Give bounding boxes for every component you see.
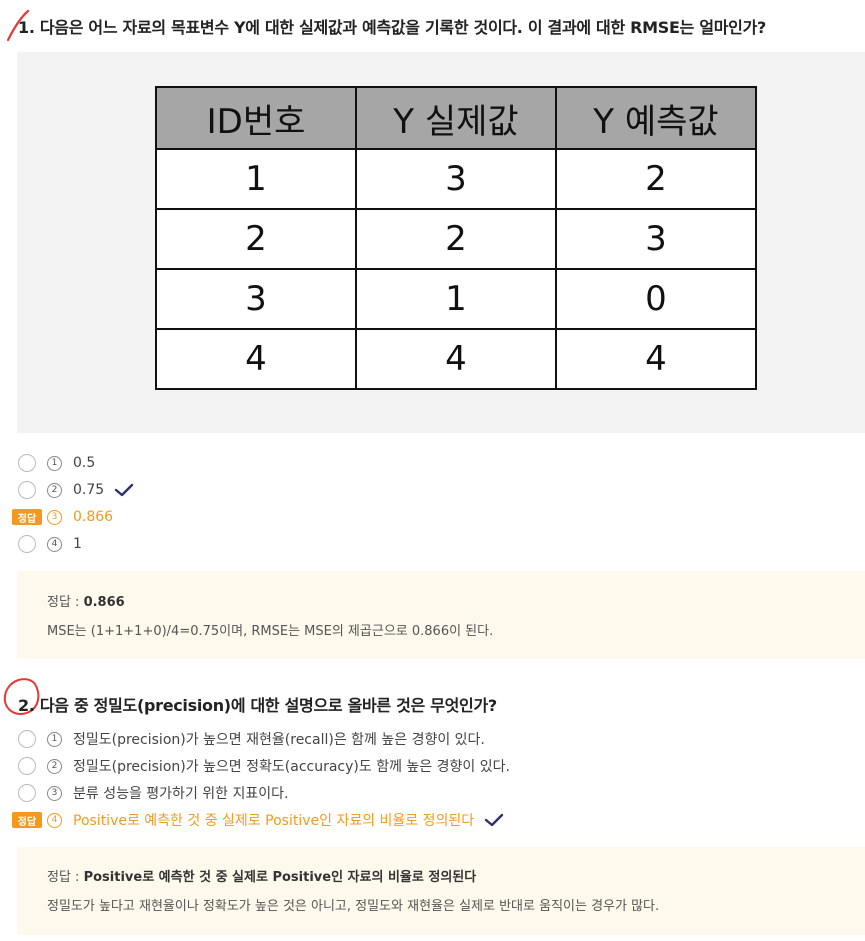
q1-explanation-box: 정답 : 0.866 MSE는 (1+1+1+0)/4=0.75이며, RMSE… xyxy=(17,571,865,659)
data-table: ID번호 Y 실제값 Y 예측값 1 3 2 2 2 3 3 1 0 4 4 4 xyxy=(155,86,757,390)
table-cell: 2 xyxy=(155,208,357,270)
option-label: 정밀도(precision)가 높으면 정확도(accuracy)도 함께 높은… xyxy=(73,759,510,775)
option-number-icon: 4 xyxy=(47,812,62,828)
option-number-icon: 1 xyxy=(47,455,62,471)
radio-button[interactable] xyxy=(18,454,36,472)
answer-value: 0.866 xyxy=(83,595,125,610)
radio-button[interactable] xyxy=(18,481,36,499)
q1-option-1[interactable]: 1 0.5 xyxy=(18,452,95,474)
selected-check-icon xyxy=(484,813,504,827)
q2-option-1[interactable]: 1 정밀도(precision)가 높으면 재현율(recall)은 함께 높은… xyxy=(18,728,485,750)
correct-answer-badge: 정답 xyxy=(12,812,42,828)
table-row: 4 4 4 xyxy=(155,328,757,390)
option-label: 분류 성능을 평가하기 위한 지표이다. xyxy=(73,786,289,802)
table-cell: 1 xyxy=(155,148,357,210)
option-number-icon: 3 xyxy=(47,785,62,801)
answer-label: 정답 : xyxy=(47,595,84,610)
table-cell: 0 xyxy=(555,268,757,330)
table-cell: 4 xyxy=(155,328,357,390)
option-number-icon: 4 xyxy=(47,536,62,552)
table-header-row: ID번호 Y 실제값 Y 예측값 xyxy=(155,86,757,150)
q1-option-4[interactable]: 4 1 xyxy=(18,533,82,555)
answer-value: Positive로 예측한 것 중 실제로 Positive인 자료의 비율로 … xyxy=(83,870,477,885)
option-label: 0.5 xyxy=(73,455,96,471)
explanation-answer: 정답 : 0.866 xyxy=(47,591,125,610)
option-number-icon: 1 xyxy=(47,731,62,747)
question-1-title: 1. 다음은 어느 자료의 목표변수 Y에 대한 실제값과 예측값을 기록한 것… xyxy=(18,18,767,37)
option-label: Positive로 예측한 것 중 실제로 Positive인 자료의 비율로 … xyxy=(73,813,475,829)
question-2-title: 2. 다음 중 정밀도(precision)에 대한 설명으로 올바른 것은 무… xyxy=(18,696,497,715)
radio-button[interactable] xyxy=(18,730,36,748)
q1-option-3[interactable]: 정답 3 0.866 xyxy=(12,506,114,528)
table-cell: 3 xyxy=(355,148,557,210)
question-1-figure: ID번호 Y 실제값 Y 예측값 1 3 2 2 2 3 3 1 0 4 4 4 xyxy=(17,52,865,433)
table-header: ID번호 xyxy=(155,86,357,150)
q2-option-4[interactable]: 정답 4 Positive로 예측한 것 중 실제로 Positive인 자료의… xyxy=(12,809,504,831)
option-number-icon: 3 xyxy=(47,509,62,525)
explanation-answer: 정답 : Positive로 예측한 것 중 실제로 Positive인 자료의… xyxy=(47,866,476,885)
table-cell: 1 xyxy=(355,268,557,330)
table-cell: 2 xyxy=(555,148,757,210)
radio-button[interactable] xyxy=(18,757,36,775)
q2-option-3[interactable]: 3 분류 성능을 평가하기 위한 지표이다. xyxy=(18,782,288,804)
option-label: 0.866 xyxy=(73,509,114,525)
table-header: Y 예측값 xyxy=(555,86,757,150)
explanation-text: 정밀도가 높다고 재현율이나 정확도가 높은 것은 아니고, 정밀도와 재현율은… xyxy=(47,899,660,914)
option-number-icon: 2 xyxy=(47,758,62,774)
q2-option-2[interactable]: 2 정밀도(precision)가 높으면 정확도(accuracy)도 함께 … xyxy=(18,755,510,777)
selected-check-icon xyxy=(114,483,134,497)
table-row: 3 1 0 xyxy=(155,268,757,330)
q2-explanation-box: 정답 : Positive로 예측한 것 중 실제로 Positive인 자료의… xyxy=(17,847,865,935)
radio-button[interactable] xyxy=(18,535,36,553)
table-cell: 3 xyxy=(155,268,357,330)
table-row: 1 3 2 xyxy=(155,148,757,210)
option-label: 0.75 xyxy=(73,482,105,498)
option-number-icon: 2 xyxy=(47,482,62,498)
option-label: 1 xyxy=(73,536,82,552)
table-cell: 4 xyxy=(355,328,557,390)
answer-label: 정답 : xyxy=(47,870,84,885)
table-row: 2 2 3 xyxy=(155,208,757,270)
table-cell: 3 xyxy=(555,208,757,270)
table-header: Y 실제값 xyxy=(355,86,557,150)
correct-answer-badge: 정답 xyxy=(12,509,42,525)
radio-button[interactable] xyxy=(18,784,36,802)
table-cell: 4 xyxy=(555,328,757,390)
q1-option-2[interactable]: 2 0.75 xyxy=(18,479,134,501)
explanation-text: MSE는 (1+1+1+0)/4=0.75이며, RMSE는 MSE의 제곱근으… xyxy=(47,624,494,639)
table-cell: 2 xyxy=(355,208,557,270)
option-label: 정밀도(precision)가 높으면 재현율(recall)은 함께 높은 경… xyxy=(73,732,485,748)
